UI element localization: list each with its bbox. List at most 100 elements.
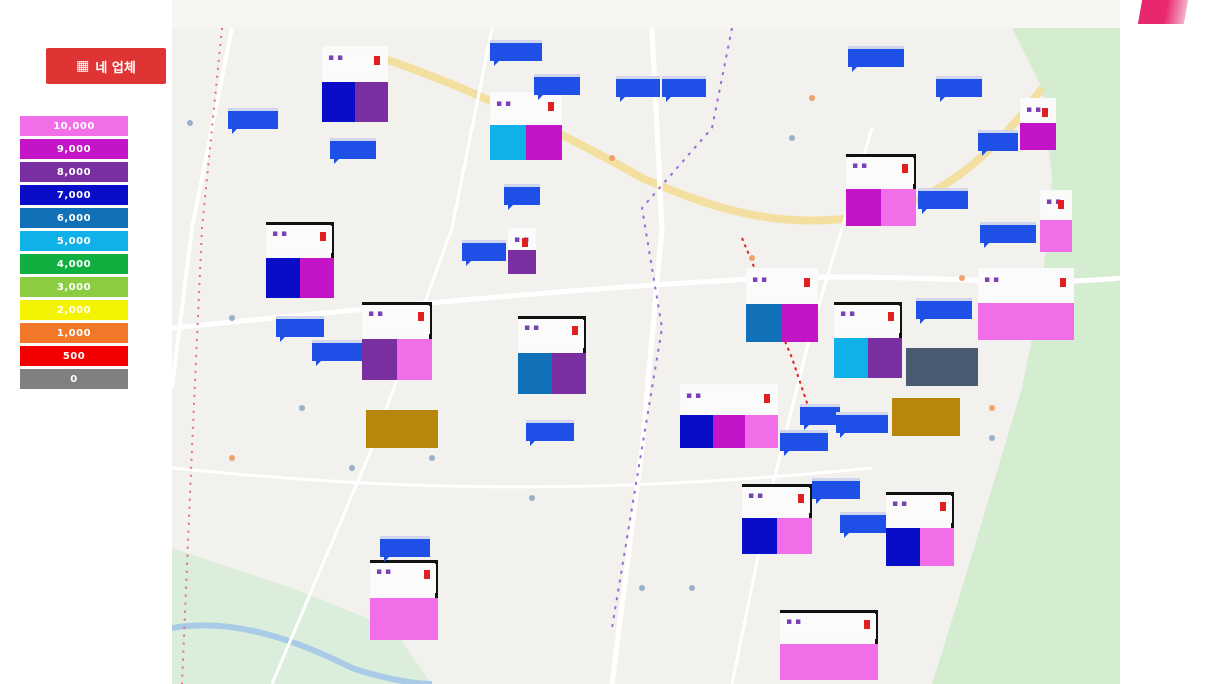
marker-color-cell <box>846 188 881 226</box>
mode-toggle-button[interactable]: ▦ 네 업체 <box>46 48 166 84</box>
legend-item: 0 <box>20 369 128 389</box>
legend-item: 500 <box>20 346 128 366</box>
property-marker[interactable]: ▪ ▪ <box>370 560 438 640</box>
marker-color-cell <box>322 82 355 122</box>
marker-header: ▪ ▪ <box>848 158 914 184</box>
flag-icon <box>804 278 810 287</box>
marker-color-cell <box>920 527 954 566</box>
price-tag[interactable] <box>330 138 376 164</box>
legend-item: 5,000 <box>20 231 128 251</box>
property-marker[interactable]: ▪ ▪ <box>1040 190 1072 252</box>
marker-color-cell <box>1020 122 1056 150</box>
marker-color-cells <box>518 353 586 394</box>
marker-color-cell <box>978 302 1074 340</box>
price-tag[interactable] <box>980 222 1036 248</box>
price-tag[interactable] <box>780 430 828 456</box>
marker-header: ▪ ▪ <box>520 320 584 349</box>
property-marker[interactable]: ▪ ▪ <box>780 610 878 680</box>
info-box[interactable] <box>906 348 978 386</box>
marker-color-cells <box>834 338 902 378</box>
price-tag[interactable] <box>462 240 506 266</box>
marker-color-cells <box>680 414 779 448</box>
price-tag[interactable] <box>936 76 982 102</box>
info-box[interactable] <box>892 398 960 436</box>
price-tag[interactable] <box>534 74 580 100</box>
property-marker[interactable]: ▪ ▪ <box>362 302 432 380</box>
legend-item: 9,000 <box>20 139 128 159</box>
property-marker[interactable]: ▪ ▪ <box>746 268 818 342</box>
price-tag[interactable] <box>228 108 278 134</box>
price-tag[interactable] <box>312 340 362 366</box>
price-tag[interactable] <box>916 298 972 324</box>
property-marker[interactable]: ▪ ▪ <box>846 154 916 226</box>
marker-color-cell <box>526 124 562 160</box>
flag-icon <box>548 102 554 111</box>
legend-item: 10,000 <box>20 116 128 136</box>
property-marker[interactable]: ▪ ▪ <box>518 316 586 394</box>
marker-dots-icon: ▪ ▪ <box>368 309 384 319</box>
price-tag[interactable] <box>918 188 968 214</box>
marker-color-cells <box>370 598 438 640</box>
marker-dots-icon: ▪ ▪ <box>748 491 764 501</box>
flag-icon <box>418 312 424 321</box>
property-marker[interactable]: ▪ ▪ <box>834 302 902 378</box>
marker-color-cell <box>397 339 432 380</box>
property-marker[interactable]: ▪ ▪ <box>742 484 812 554</box>
property-marker[interactable]: ▪ ▪ <box>266 222 334 298</box>
price-tag[interactable] <box>662 76 706 102</box>
legend-item: 1,000 <box>20 323 128 343</box>
marker-color-cell <box>777 517 812 554</box>
info-box[interactable] <box>366 410 438 448</box>
marker-header: ▪ ▪ <box>782 614 876 640</box>
marker-color-cell <box>552 353 586 394</box>
property-marker[interactable]: ▪ ▪ <box>886 492 954 566</box>
property-marker[interactable]: ▪ ▪ <box>1020 98 1056 150</box>
price-tag[interactable] <box>616 76 660 102</box>
property-marker[interactable]: ▪ ▪ <box>680 384 779 448</box>
marker-color-cell <box>742 517 777 554</box>
marker-color-cell <box>780 643 878 680</box>
marker-color-cell <box>881 188 916 226</box>
mode-toggle-label: 네 업체 <box>95 60 136 76</box>
marker-dots-icon: ▪ ▪ <box>786 617 802 627</box>
marker-color-cell <box>782 303 818 342</box>
marker-dots-icon: ▪ ▪ <box>272 229 288 239</box>
marker-header: ▪ ▪ <box>1022 102 1054 121</box>
price-tag[interactable] <box>380 536 430 562</box>
flag-icon <box>888 312 894 321</box>
marker-header: ▪ ▪ <box>836 306 900 334</box>
price-tag[interactable] <box>848 46 904 72</box>
flag-icon <box>522 238 528 247</box>
marker-color-cell <box>834 338 868 378</box>
marker-color-cells <box>1020 122 1056 150</box>
marker-header: ▪ ▪ <box>980 272 1072 298</box>
marker-color-cell <box>745 414 779 448</box>
marker-dots-icon: ▪ ▪ <box>840 309 856 319</box>
property-marker[interactable]: ▪ ▪ <box>978 268 1074 340</box>
property-marker[interactable]: ▪ ▪ <box>490 92 562 160</box>
marker-dots-icon: ▪ ▪ <box>752 275 768 285</box>
price-tag[interactable] <box>276 316 324 342</box>
price-tag[interactable] <box>504 184 540 210</box>
marker-color-cell <box>712 414 746 448</box>
marker-color-cell <box>266 258 300 298</box>
marker-color-cells <box>362 339 432 380</box>
property-marker[interactable]: ▪ ▪ <box>508 228 536 274</box>
marker-dots-icon: ▪ ▪ <box>496 99 512 109</box>
price-tag[interactable] <box>836 412 888 438</box>
flag-icon <box>374 56 380 65</box>
price-tag[interactable] <box>978 130 1018 156</box>
marker-color-cell <box>868 338 902 378</box>
marker-color-cell <box>362 339 397 380</box>
property-marker[interactable]: ▪ ▪ <box>322 46 388 122</box>
price-tag[interactable] <box>840 512 886 538</box>
price-tag[interactable] <box>490 40 542 66</box>
marker-header: ▪ ▪ <box>510 232 534 249</box>
marker-color-cells <box>1040 219 1072 252</box>
marker-color-cells <box>266 258 334 298</box>
price-tag[interactable] <box>526 420 574 446</box>
price-tag[interactable] <box>812 478 860 504</box>
price-tag[interactable] <box>800 404 840 430</box>
marker-header: ▪ ▪ <box>364 306 430 335</box>
marker-color-cell <box>300 258 334 298</box>
